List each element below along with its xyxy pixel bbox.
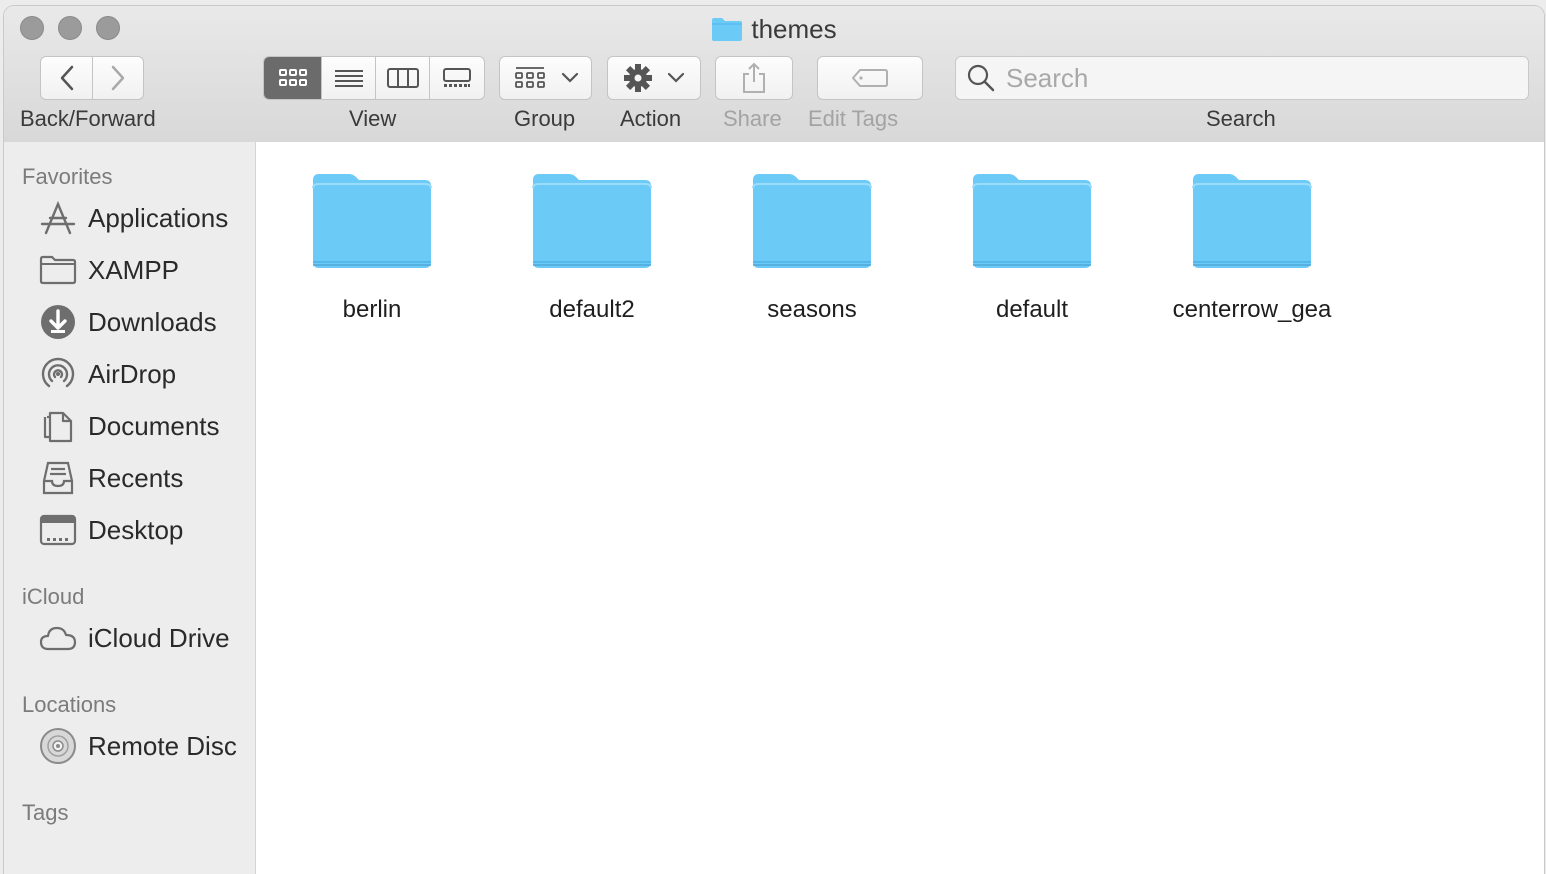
file-name: seasons: [767, 296, 857, 323]
sidebar-item-label: Recents: [88, 462, 184, 493]
sidebar-item-recents[interactable]: Recents: [38, 456, 183, 500]
group-button[interactable]: [499, 56, 592, 100]
folder-item[interactable]: seasons: [712, 172, 912, 324]
chevron-down-icon: [561, 72, 578, 83]
sidebar: Favorites Applications XAMPP Downloads A…: [4, 142, 256, 874]
sidebar-item-label: XAMPP: [88, 254, 180, 285]
view-label: View: [349, 106, 397, 131]
folder-item[interactable]: centerrow_gea: [1152, 172, 1352, 324]
airdrop-icon: [38, 354, 78, 394]
folder-icon: [1192, 174, 1312, 268]
folder-item[interactable]: default2: [492, 172, 692, 324]
view-gallery-button[interactable]: [430, 57, 484, 99]
tags-heading: Tags: [22, 800, 69, 825]
sidebar-item-applications[interactable]: Applications: [38, 196, 228, 240]
view-icons-button[interactable]: [264, 57, 322, 99]
sidebar-item-label: Documents: [88, 410, 220, 441]
folder-icon: [312, 174, 432, 268]
file-name: default2: [549, 296, 635, 323]
search-input[interactable]: [1004, 61, 1508, 95]
sidebar-item-label: iCloud Drive: [88, 622, 230, 653]
sidebar-item-xampp[interactable]: XAMPP: [38, 248, 179, 292]
view-columns-button[interactable]: [376, 57, 430, 99]
folder-icon: [532, 174, 652, 268]
downloads-icon: [38, 302, 78, 342]
chevron-down-icon: [667, 72, 685, 83]
chevron-left-icon: [60, 65, 73, 91]
group-icon: [514, 67, 545, 88]
documents-icon: [38, 406, 78, 446]
back-button[interactable]: [41, 57, 93, 99]
icon-view-icon: [278, 69, 307, 86]
icloud-heading: iCloud: [22, 584, 85, 609]
column-view-icon: [386, 68, 419, 88]
folder-icon: [712, 18, 743, 41]
applications-icon: [38, 198, 78, 238]
sidebar-item-label: Remote Disc: [88, 730, 237, 761]
sidebar-item-label: AirDrop: [88, 358, 177, 389]
edit-tags-button[interactable]: [817, 56, 923, 100]
window-title-bar: themes: [4, 12, 1544, 46]
desktop-icon: [38, 510, 78, 550]
sidebar-item-label: Downloads: [88, 306, 217, 337]
sidebar-item-documents[interactable]: Documents: [38, 404, 220, 448]
sidebar-item-desktop[interactable]: Desktop: [38, 508, 183, 552]
share-icon: [743, 62, 765, 93]
recents-icon: [38, 458, 78, 498]
gear-icon: [624, 64, 652, 92]
chevron-right-icon: [111, 65, 125, 91]
folder-icon: [752, 174, 872, 268]
folder-item[interactable]: default: [932, 172, 1132, 324]
disc-icon: [38, 726, 78, 766]
list-view-icon: [334, 70, 363, 87]
action-label: Action: [620, 106, 682, 131]
sidebar-item-remote-disc[interactable]: Remote Disc: [38, 724, 237, 768]
sidebar-item-label: Desktop: [88, 514, 184, 545]
view-control: [263, 56, 485, 100]
folder-icon: [38, 250, 78, 290]
sidebar-item-downloads[interactable]: Downloads: [38, 300, 217, 344]
favorites-heading: Favorites: [22, 164, 113, 189]
share-button[interactable]: [715, 56, 793, 100]
locations-heading: Locations: [22, 692, 117, 717]
window-title: themes: [751, 14, 837, 44]
toolbar: themes Back/Forward View Group Action Sh…: [4, 6, 1544, 143]
action-button[interactable]: [607, 56, 701, 100]
file-name: centerrow_gea: [1172, 296, 1332, 323]
share-label: Share: [723, 106, 782, 131]
view-list-button[interactable]: [322, 57, 376, 99]
file-name: berlin: [342, 296, 402, 323]
tag-icon: [852, 69, 888, 87]
file-name: default: [995, 296, 1069, 323]
forward-button[interactable]: [93, 57, 143, 99]
search-icon: [967, 64, 995, 92]
edit-tags-label: Edit Tags: [808, 106, 899, 131]
file-browser: berlin default2 seasons default centerro…: [256, 142, 1544, 874]
search-label: Search: [1206, 106, 1276, 131]
folder-item[interactable]: berlin: [272, 172, 472, 324]
gallery-view-icon: [443, 68, 471, 87]
folder-icon: [972, 174, 1092, 268]
back-forward-control: [40, 56, 144, 100]
group-label: Group: [514, 106, 576, 131]
sidebar-item-label: Applications: [88, 202, 229, 233]
back-forward-label: Back/Forward: [20, 106, 156, 131]
sidebar-item-airdrop[interactable]: AirDrop: [38, 352, 176, 396]
sidebar-item-icloud-drive[interactable]: iCloud Drive: [38, 616, 230, 660]
finder-window: themes Back/Forward View Group Action Sh…: [4, 6, 1544, 874]
search-field[interactable]: [955, 56, 1529, 100]
cloud-icon: [38, 618, 78, 658]
